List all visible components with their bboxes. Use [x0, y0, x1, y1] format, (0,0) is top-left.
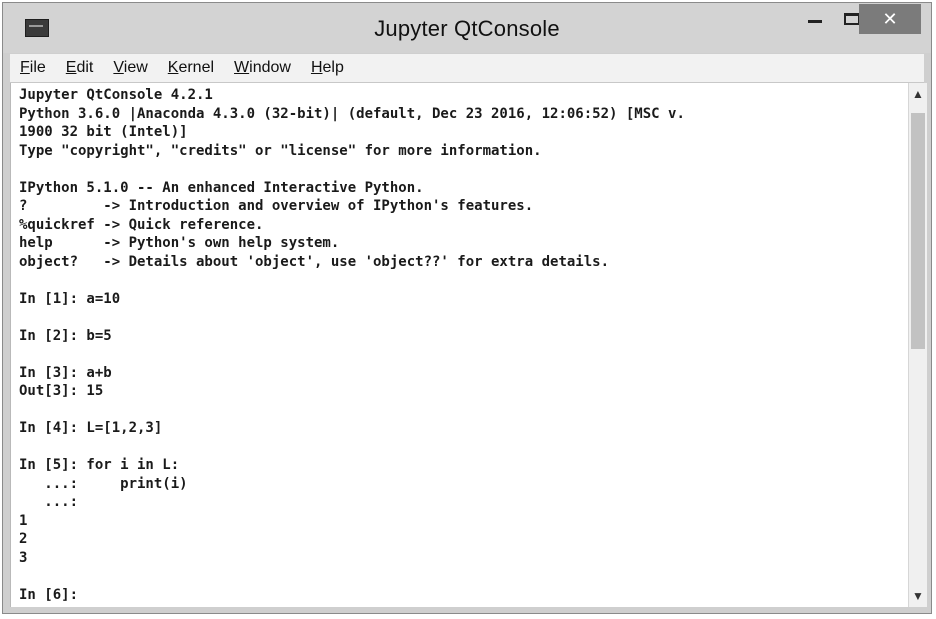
console-line: In [1]: a=10: [19, 290, 121, 307]
menu-kernel[interactable]: Kernel: [158, 59, 224, 77]
console-line: Python 3.6.0 |Anaconda 4.3.0 (32-bit)| (…: [19, 105, 685, 122]
menu-kernel-label: ernel: [178, 59, 215, 76]
scroll-up-button[interactable]: ▲: [909, 83, 927, 105]
console-line: In [6]:: [19, 586, 79, 603]
menu-help-mnemonic: H: [310, 59, 323, 76]
console-line: In [5]: for i in L:: [19, 457, 180, 473]
qtconsole-window: Jupyter QtConsole ✕ File Edit View Kernel Wi…: [2, 2, 932, 614]
scrollbar-thumb[interactable]: [911, 113, 925, 349]
console-line: ...:: [19, 494, 79, 510]
vertical-scrollbar[interactable]: ▲ ▼: [908, 83, 927, 607]
menu-help-label: elp: [322, 59, 344, 76]
console-line: 1900 32 bit (Intel)]: [19, 124, 188, 140]
console-line: In [3]: a+b: [19, 364, 112, 381]
menu-file[interactable]: File: [10, 59, 56, 77]
console-line: help -> Python's own help system.: [19, 235, 340, 251]
console-text: Jupyter QtConsole 4.2.1 Python 3.6.0 |Ana…: [19, 86, 905, 604]
menu-window[interactable]: Window: [224, 59, 301, 77]
console-line: ...: print(i): [19, 475, 188, 492]
menu-view-mnemonic: V: [113, 59, 124, 76]
menu-bar: File Edit View Kernel Window Help: [10, 54, 924, 83]
menu-help[interactable]: Help: [301, 59, 354, 77]
menu-kernel-mnemonic: K: [167, 59, 179, 76]
menu-file-mnemonic: F: [20, 59, 30, 76]
console-output[interactable]: Jupyter QtConsole 4.2.1 Python 3.6.0 |Ana…: [10, 83, 909, 607]
console-line: 2: [19, 531, 28, 547]
console-line: %quickref -> Quick reference.: [19, 216, 264, 233]
close-icon: ✕: [882, 8, 898, 29]
console-line: ? -> Introduction and overview of IPytho…: [19, 198, 534, 214]
menu-edit[interactable]: Edit: [56, 59, 104, 77]
scroll-down-button[interactable]: ▼: [909, 585, 927, 607]
console-line: 3: [19, 549, 28, 566]
menu-window-label: indow: [249, 59, 291, 76]
close-button[interactable]: ✕: [859, 4, 921, 34]
console-line: Type "copyright", "credits" or "license"…: [19, 142, 542, 159]
menu-view[interactable]: View: [103, 59, 157, 77]
maximize-icon: [844, 13, 860, 25]
title-bar[interactable]: Jupyter QtConsole ✕: [3, 3, 931, 53]
chevron-up-icon: ▲: [912, 87, 924, 101]
minimize-icon: [808, 19, 822, 23]
chevron-down-icon: ▼: [912, 589, 924, 603]
menu-window-mnemonic: W: [234, 59, 250, 76]
console-line: IPython 5.1.0 -- An enhanced Interactive…: [19, 179, 424, 196]
menu-edit-label: dit: [76, 59, 94, 76]
console-line: object? -> Details about 'object', use '…: [19, 253, 610, 270]
menu-edit-mnemonic: E: [65, 59, 77, 76]
menu-view-label: iew: [123, 59, 148, 76]
console-line: Out[3]: 15: [19, 383, 104, 399]
console-line: In [4]: L=[1,2,3]: [19, 420, 163, 436]
console-line: Jupyter QtConsole 4.2.1: [19, 87, 213, 103]
console-line: 1: [19, 512, 28, 529]
menu-file-label: ile: [29, 59, 46, 76]
console-line: In [2]: b=5: [19, 327, 112, 344]
